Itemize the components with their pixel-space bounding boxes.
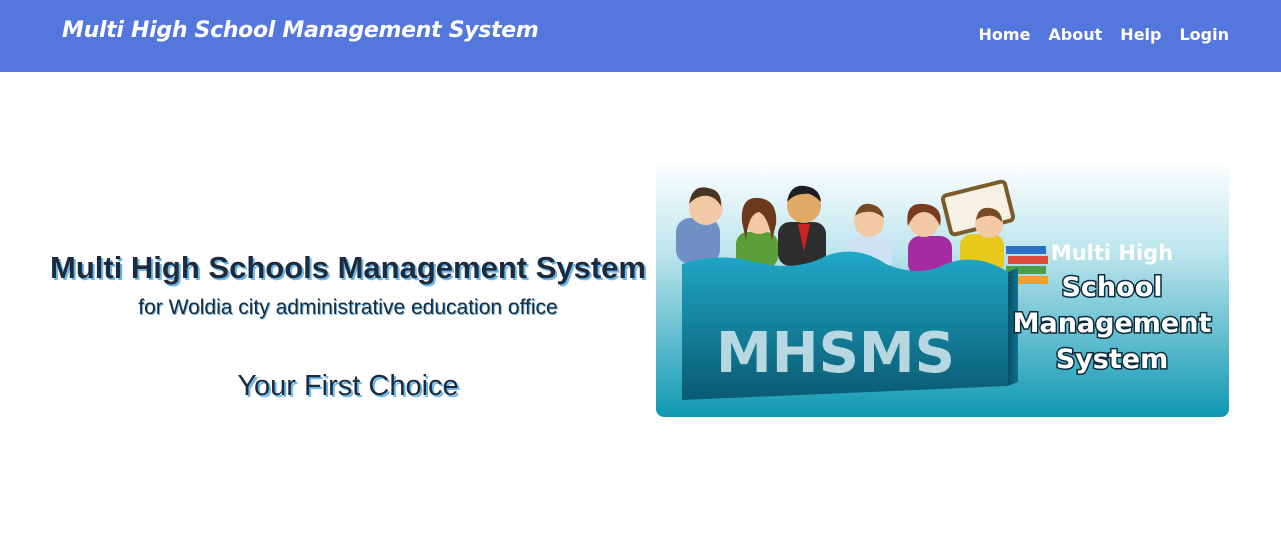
hero-subtitle: for Woldia city administrative education… (138, 296, 558, 319)
hero-tagline: Your First Choice (237, 370, 459, 402)
banner-line1: Multi High (1051, 241, 1173, 265)
banner-line2: School (1061, 272, 1162, 303)
nav-home-link[interactable]: Home (979, 25, 1031, 44)
banner-line4: System (1056, 344, 1168, 375)
hero-section: Multi High Schools Management System for… (40, 250, 656, 403)
banner-line3: Management (1013, 308, 1212, 339)
hero-title: Multi High Schools Management System (50, 250, 646, 285)
nav-login-link[interactable]: Login (1179, 25, 1229, 44)
nav-about-link[interactable]: About (1048, 25, 1102, 44)
nav-help-link[interactable]: Help (1120, 25, 1161, 44)
nav-menu: Home About Help Login (979, 25, 1229, 44)
top-navbar: Multi High School Management System Home… (0, 0, 1281, 72)
banner-acronym: MHSMS (716, 321, 955, 386)
mhsms-banner-image: MHSMS Multi High School Management Syste… (656, 160, 1229, 417)
brand-title[interactable]: Multi High School Management System (62, 18, 539, 43)
